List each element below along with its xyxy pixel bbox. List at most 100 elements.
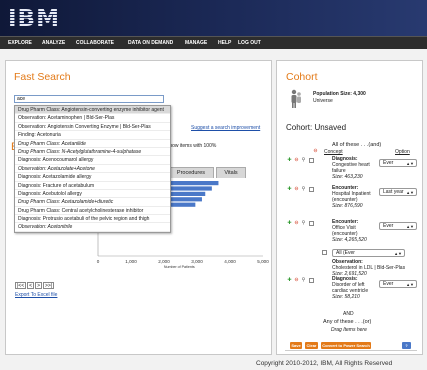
population-value: 4,300 (353, 91, 366, 97)
search-icon[interactable]: ⚲ (301, 187, 306, 192)
option-value: Last year (383, 189, 404, 195)
suggestion-item[interactable]: Drug Pharm Class: N-Acetylglutathramine-… (15, 148, 170, 157)
suggestion-item[interactable]: Observation: Angiotensin Converting Enzy… (15, 123, 170, 132)
nav-data-on-demand[interactable]: DATA ON DEMAND (128, 37, 173, 50)
pager-first-button[interactable]: |<< (15, 282, 27, 289)
x-tick-label: 2,000 (158, 259, 170, 264)
add-icon[interactable]: ✚ (287, 221, 292, 226)
remove-icon[interactable]: ⊖ (294, 278, 299, 283)
pager-prev-button[interactable]: < (27, 282, 35, 289)
criterion-option-select[interactable]: Ever ▲▼ (379, 222, 417, 230)
nested-option-value: All (Ever (336, 250, 355, 256)
remove-icon[interactable]: ⊖ (294, 158, 299, 163)
suggestion-item[interactable]: Diagnosis: Protrusio acetabuli of the pe… (15, 215, 170, 224)
criterion-2[interactable]: Encounter: Office Visit (encounter) Size: … (332, 219, 377, 243)
criterion-checkbox[interactable] (309, 221, 314, 226)
criterion-option-select[interactable]: Last year ▲▼ (379, 188, 417, 196)
criterion-checkbox[interactable] (309, 278, 314, 283)
tab-procedures[interactable]: Procedures (168, 167, 214, 178)
and-label: AND (343, 311, 354, 317)
suggestion-item[interactable]: Observation: Acetonitrile (15, 223, 170, 232)
criterion-option-select[interactable]: Ever ▲▼ (379, 159, 417, 167)
suggestion-item[interactable]: Drug Pharm Class: Acetazolamide+diuretic (15, 198, 170, 207)
option-value: Ever (383, 223, 394, 229)
criterion-checkbox[interactable] (309, 187, 314, 192)
search-icon[interactable]: ⚲ (301, 221, 306, 226)
criterion-checkbox[interactable] (309, 158, 314, 163)
criterion-option-select[interactable]: Ever ▲▼ (379, 280, 417, 288)
copyright: Copyright 2010-2012, IBM, All Rights Res… (256, 360, 393, 367)
logo-text: IBM (8, 6, 60, 32)
fast-search-panel: Fast Search Suggest a search improvement… (5, 60, 272, 355)
people-icon (291, 89, 301, 108)
nav-help[interactable]: HELP (218, 37, 231, 50)
suggestion-item[interactable]: Observation: Acetaminophen | Bld-Ser-Pla… (15, 114, 170, 123)
all-of-label: All of these . . .(and) (332, 142, 382, 148)
search-suggestions: Drug Pharm Class: Angiotensin-converting… (14, 105, 171, 233)
suggestion-item[interactable]: Diagnosis: Acebutolol allergy (15, 190, 170, 199)
cohort-panel: Cohort Population Size: 4,300 Universe C… (276, 60, 423, 355)
nav-log-out[interactable]: LOG OUT (238, 37, 261, 50)
ibm-logo[interactable]: IBM (8, 6, 60, 32)
nested-option-select[interactable]: All (Ever ▲▼ (332, 249, 405, 257)
option-header: Option (395, 149, 410, 155)
criterion-controls: ✚ ⊖ ⚲ (287, 221, 319, 227)
add-icon[interactable]: ✚ (287, 278, 292, 283)
criterion-controls: ✚ ⊖ ⚲ (287, 187, 319, 193)
nav-analyze[interactable]: ANALYZE (42, 37, 65, 50)
export-excel-link[interactable]: Export To Excel file (15, 292, 57, 298)
x-tick-label: 5,000 (257, 259, 269, 264)
nav-explore[interactable]: EXPLORE (8, 37, 32, 50)
add-icon[interactable]: ✚ (287, 187, 292, 192)
criterion-size: Size: 4,265,520 (332, 237, 367, 243)
option-value: Ever (383, 281, 394, 287)
suggestion-item[interactable]: Finding: Acetonuria (15, 131, 170, 140)
any-of-label: Any of these . . .(or) (323, 319, 372, 325)
criterion-name: Office Visit (encounter) (332, 225, 358, 237)
nested-checkbox[interactable] (322, 250, 327, 256)
criterion-0[interactable]: Diagnosis: Congestive heart failure Size: … (332, 156, 377, 180)
cohort-status: Cohort: Unsaved (286, 123, 347, 132)
convert-power-search-button[interactable]: Convert to Power Search (321, 342, 371, 349)
suggestion-item[interactable]: Diagnosis: Acenocoumarol allergy (15, 156, 170, 165)
criterion-4[interactable]: Diagnosis: Disorder of left cardiac ventr… (332, 276, 377, 300)
divider (285, 350, 417, 351)
tab-vitals[interactable]: Vitals (216, 167, 246, 178)
select-arrow-icon: ▲▼ (406, 224, 414, 229)
clear-button[interactable]: Clear (305, 342, 318, 349)
remove-icon[interactable]: ⊖ (313, 149, 318, 154)
pager-next-button[interactable]: > (35, 282, 42, 289)
population-label: Population Size: (313, 91, 352, 97)
criterion-name: Hospital Inpatient (encounter) (332, 191, 371, 203)
suggestion-item[interactable]: Diagnosis: Acetazolamide allergy (15, 173, 170, 182)
select-arrow-icon: ▲▼ (406, 161, 414, 166)
suggestion-item[interactable]: Diagnosis: Fracture of acetabulum (15, 182, 170, 190)
suggestion-item[interactable]: Drug Pharm Class: Angiotensin-converting… (15, 106, 170, 115)
remove-icon[interactable]: ⊖ (294, 187, 299, 192)
help-icon[interactable]: ? (402, 342, 411, 349)
x-tick-label: 3,000 (191, 259, 203, 264)
suggestion-item[interactable]: Drug Pharm Class: Central acetylcholines… (15, 207, 170, 216)
suggestion-item[interactable]: Drug Pharm Class: Acetanilide (15, 140, 170, 148)
x-axis-label: Number of Patients (164, 265, 195, 269)
criterion-name: Congestive heart failure (332, 162, 370, 174)
search-icon[interactable]: ⚲ (301, 158, 306, 163)
criterion-size: Size: 876,590 (332, 203, 363, 209)
criterion-1[interactable]: Encounter: Hospital Inpatient (encounter)… (332, 185, 377, 209)
suggestion-item[interactable]: Observation: Acetazolate+Acetone (15, 165, 170, 174)
nav-manage[interactable]: MANAGE (185, 37, 207, 50)
search-input[interactable] (14, 95, 164, 103)
criterion-name: Disorder of left cardiac ventricle (332, 282, 369, 294)
search-icon[interactable]: ⚲ (301, 278, 306, 283)
criterion-observation[interactable]: Observation: Cholesterol in LDL | Bld-Ser… (332, 259, 417, 277)
save-button[interactable]: Save (290, 342, 302, 349)
criterion-controls: ✚ ⊖ ⚲ (287, 158, 319, 164)
remove-icon[interactable]: ⊖ (294, 221, 299, 226)
pager-last-button[interactable]: >>| (42, 282, 55, 289)
drag-hint: Drag Items here (331, 327, 367, 333)
suggest-improvement-link[interactable]: Suggest a search improvement (191, 125, 260, 131)
nav-collaborate[interactable]: COLLABORATE (76, 37, 114, 50)
main-nav: EXPLORE ANALYZE COLLABORATE DATA ON DEMA… (0, 36, 427, 49)
add-icon[interactable]: ✚ (287, 158, 292, 163)
universe-label: Universe (313, 98, 333, 104)
